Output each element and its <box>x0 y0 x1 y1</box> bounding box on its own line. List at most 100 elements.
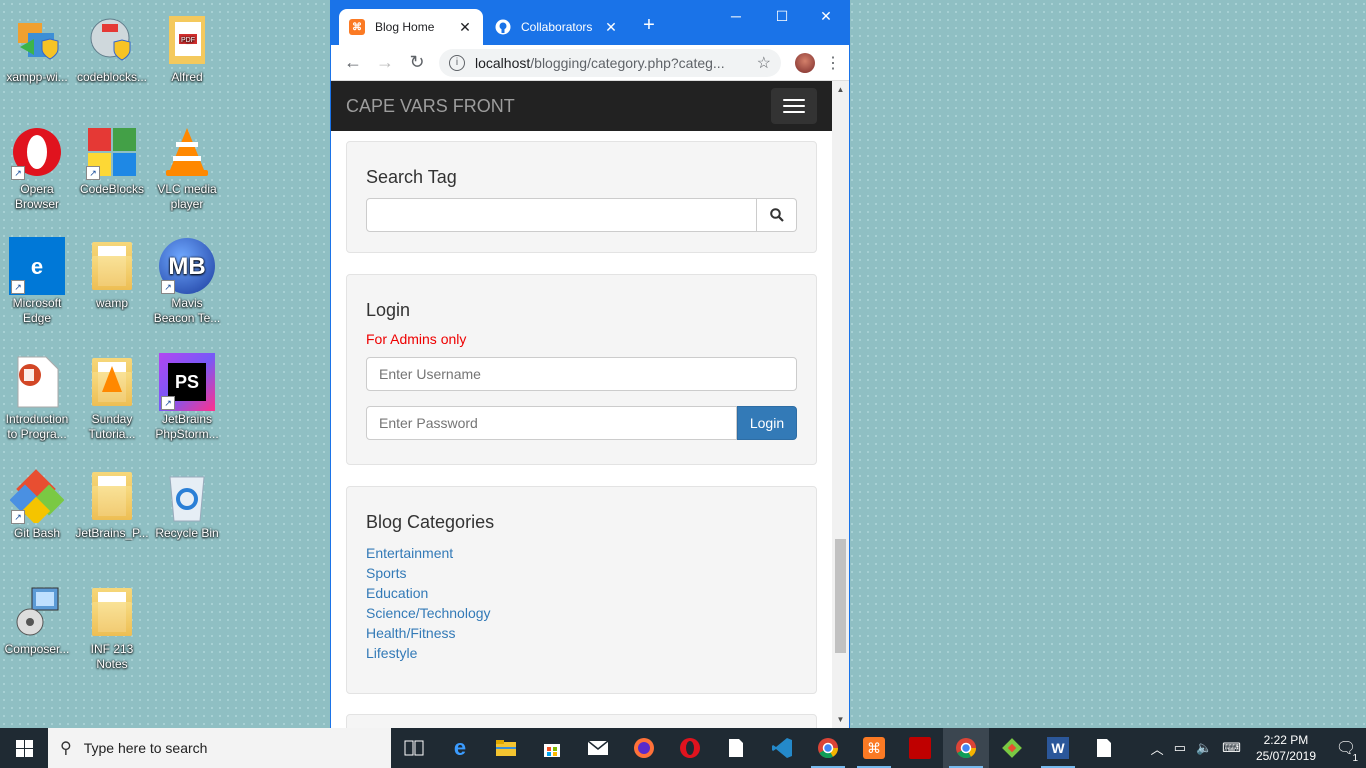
hamburger-bar <box>783 111 805 113</box>
word-icon[interactable]: W <box>1035 728 1081 768</box>
git-gui-icon[interactable] <box>989 728 1035 768</box>
scroll-down-arrow-icon[interactable]: ▼ <box>832 711 849 728</box>
tab-strip: ⌘ Blog Home ✕ Collaborators ✕ + ─ ☐ ✕ <box>331 1 849 45</box>
tab-collaborators[interactable]: Collaborators ✕ <box>485 9 629 45</box>
store-icon[interactable] <box>529 728 575 768</box>
menu-kebab-icon[interactable]: ⋮ <box>823 53 843 73</box>
browser-toolbar: ← → ↻ i localhost/blogging/category.php?… <box>331 45 849 81</box>
categories-heading: Blog Categories <box>366 512 495 532</box>
chrome-active-taskbar-icon[interactable] <box>943 728 989 768</box>
taskbar-search[interactable]: ⚲ Type here to search <box>48 728 391 768</box>
desktop-icon-codeblocks-installer[interactable]: codeblocks... <box>75 12 149 85</box>
git-bash-icon: ↗ <box>9 468 65 524</box>
blog-categories-panel: Blog Categories Entertainment Sports Edu… <box>346 486 817 694</box>
desktop-icon-mavis[interactable]: MB ↗ Mavis Beacon Te... <box>150 238 224 326</box>
mavis-beacon-icon: MB ↗ <box>159 238 215 294</box>
start-button[interactable] <box>0 728 48 768</box>
close-icon[interactable]: ✕ <box>457 19 473 36</box>
desktop-icon-vlc[interactable]: VLC media player <box>150 124 224 212</box>
edge-icon: e ↗ <box>9 237 65 295</box>
scroll-up-arrow-icon[interactable]: ▲ <box>832 81 849 98</box>
username-input[interactable] <box>366 357 797 391</box>
desktop-icon-alfred[interactable]: PDF Alfred <box>150 12 224 85</box>
filezilla-icon[interactable] <box>897 728 943 768</box>
category-link-science-technology[interactable]: Science/Technology <box>366 603 797 623</box>
hamburger-bar <box>783 105 805 107</box>
tab-blog-home[interactable]: ⌘ Blog Home ✕ <box>339 9 483 45</box>
desktop-icon-jetbrains-folder[interactable]: JetBrains_P... <box>75 468 149 541</box>
language-icon[interactable]: ⌨ <box>1222 740 1241 756</box>
github-icon <box>495 19 511 35</box>
search-button[interactable] <box>757 198 797 232</box>
chrome-taskbar-icon[interactable] <box>805 728 851 768</box>
desktop-icon-opera[interactable]: ↗ Opera Browser <box>0 124 74 212</box>
action-center-icon[interactable]: 🗨 1 <box>1326 738 1366 764</box>
desktop-icon-edge[interactable]: e ↗ Microsoft Edge <box>0 237 74 326</box>
composer-setup-icon <box>9 584 65 640</box>
category-link-lifestyle[interactable]: Lifestyle <box>366 643 797 663</box>
category-link-education[interactable]: Education <box>366 583 797 603</box>
new-tab-button[interactable]: + <box>637 14 661 37</box>
close-icon[interactable]: ✕ <box>603 19 619 36</box>
vscode-icon[interactable] <box>759 728 805 768</box>
pdf-folder-icon: PDF <box>159 12 215 68</box>
info-icon[interactable]: i <box>449 54 465 71</box>
category-link-entertainment[interactable]: Entertainment <box>366 543 797 563</box>
battery-icon[interactable]: ▭ <box>1174 740 1186 756</box>
desktop-icon-recycle-bin[interactable]: Recycle Bin <box>150 468 224 541</box>
scroll-thumb[interactable] <box>835 539 846 653</box>
desktop-icon-git-bash[interactable]: ↗ Git Bash <box>0 468 74 541</box>
notepad-icon[interactable] <box>1081 728 1127 768</box>
xampp-favicon-icon: ⌘ <box>349 19 365 35</box>
document-icon[interactable] <box>713 728 759 768</box>
back-button[interactable]: ← <box>337 52 369 73</box>
search-tag-heading: Search Tag <box>366 167 457 187</box>
page-scrollbar[interactable]: ▲ ▼ <box>832 81 849 728</box>
desktop-icon-xampp[interactable]: xampp-wi... <box>0 12 74 85</box>
search-tag-input[interactable] <box>366 198 757 232</box>
codeblocks-icon: ↗ <box>84 124 140 180</box>
categories-list: Entertainment Sports Education Science/T… <box>366 543 797 663</box>
desktop-icon-intro-programming[interactable]: Introduction to Progra... <box>0 354 74 442</box>
file-explorer-icon[interactable] <box>483 728 529 768</box>
xampp-taskbar-icon[interactable]: ⌘ <box>851 728 897 768</box>
opera-taskbar-icon[interactable] <box>667 728 713 768</box>
close-window-button[interactable]: ✕ <box>803 1 849 31</box>
bookmark-star-icon[interactable]: ☆ <box>757 53 771 73</box>
task-view-icon[interactable] <box>391 728 437 768</box>
password-input[interactable] <box>366 406 737 440</box>
clock[interactable]: 2:22 PM 25/07/2019 <box>1256 732 1316 764</box>
site-navbar: CAPE VARS FRONT <box>331 81 832 131</box>
desktop-icon-codeblocks[interactable]: ↗ CodeBlocks <box>75 124 149 197</box>
windows-logo-icon <box>15 739 33 757</box>
taskbar: ⚲ Type here to search e ⌘ W ︿ ▭ 🔈 ⌨ 2:22… <box>0 728 1366 768</box>
minimize-button[interactable]: ─ <box>713 1 759 31</box>
address-bar[interactable]: i localhost/blogging/category.php?categ.… <box>439 48 781 77</box>
maximize-button[interactable]: ☐ <box>759 1 805 31</box>
codeblocks-installer-icon <box>84 12 140 68</box>
desktop-icon-composer[interactable]: Composer... <box>0 584 74 657</box>
desktop-icon-wamp[interactable]: wamp <box>75 238 149 311</box>
site-brand[interactable]: CAPE VARS FRONT <box>346 96 515 117</box>
login-panel: Login For Admins only Login <box>346 274 817 465</box>
edge-taskbar-icon[interactable]: e <box>437 728 483 768</box>
opera-icon: ↗ <box>9 124 65 180</box>
firefox-icon[interactable] <box>621 728 667 768</box>
profile-avatar[interactable] <box>795 52 815 73</box>
mail-icon[interactable] <box>575 728 621 768</box>
category-link-sports[interactable]: Sports <box>366 563 797 583</box>
hamburger-bar <box>783 99 805 101</box>
navbar-toggle-button[interactable] <box>771 88 817 124</box>
desktop-icon-inf213[interactable]: INF 213 Notes <box>75 584 149 672</box>
login-button[interactable]: Login <box>737 406 797 440</box>
category-link-health-fitness[interactable]: Health/Fitness <box>366 623 797 643</box>
volume-icon[interactable]: 🔈 <box>1196 740 1212 756</box>
reload-button[interactable]: ↻ <box>401 52 433 73</box>
shortcut-arrow-icon: ↗ <box>11 510 25 524</box>
recycle-bin-icon <box>159 468 215 524</box>
desktop-icon-sunday-tutorial[interactable]: Sunday Tutoria... <box>75 354 149 442</box>
chevron-up-icon[interactable]: ︿ <box>1151 739 1164 758</box>
forward-button[interactable]: → <box>369 52 401 73</box>
desktop-icon-phpstorm[interactable]: PS ↗ JetBrains PhpStorm... <box>150 353 224 442</box>
shortcut-arrow-icon: ↗ <box>161 396 175 410</box>
